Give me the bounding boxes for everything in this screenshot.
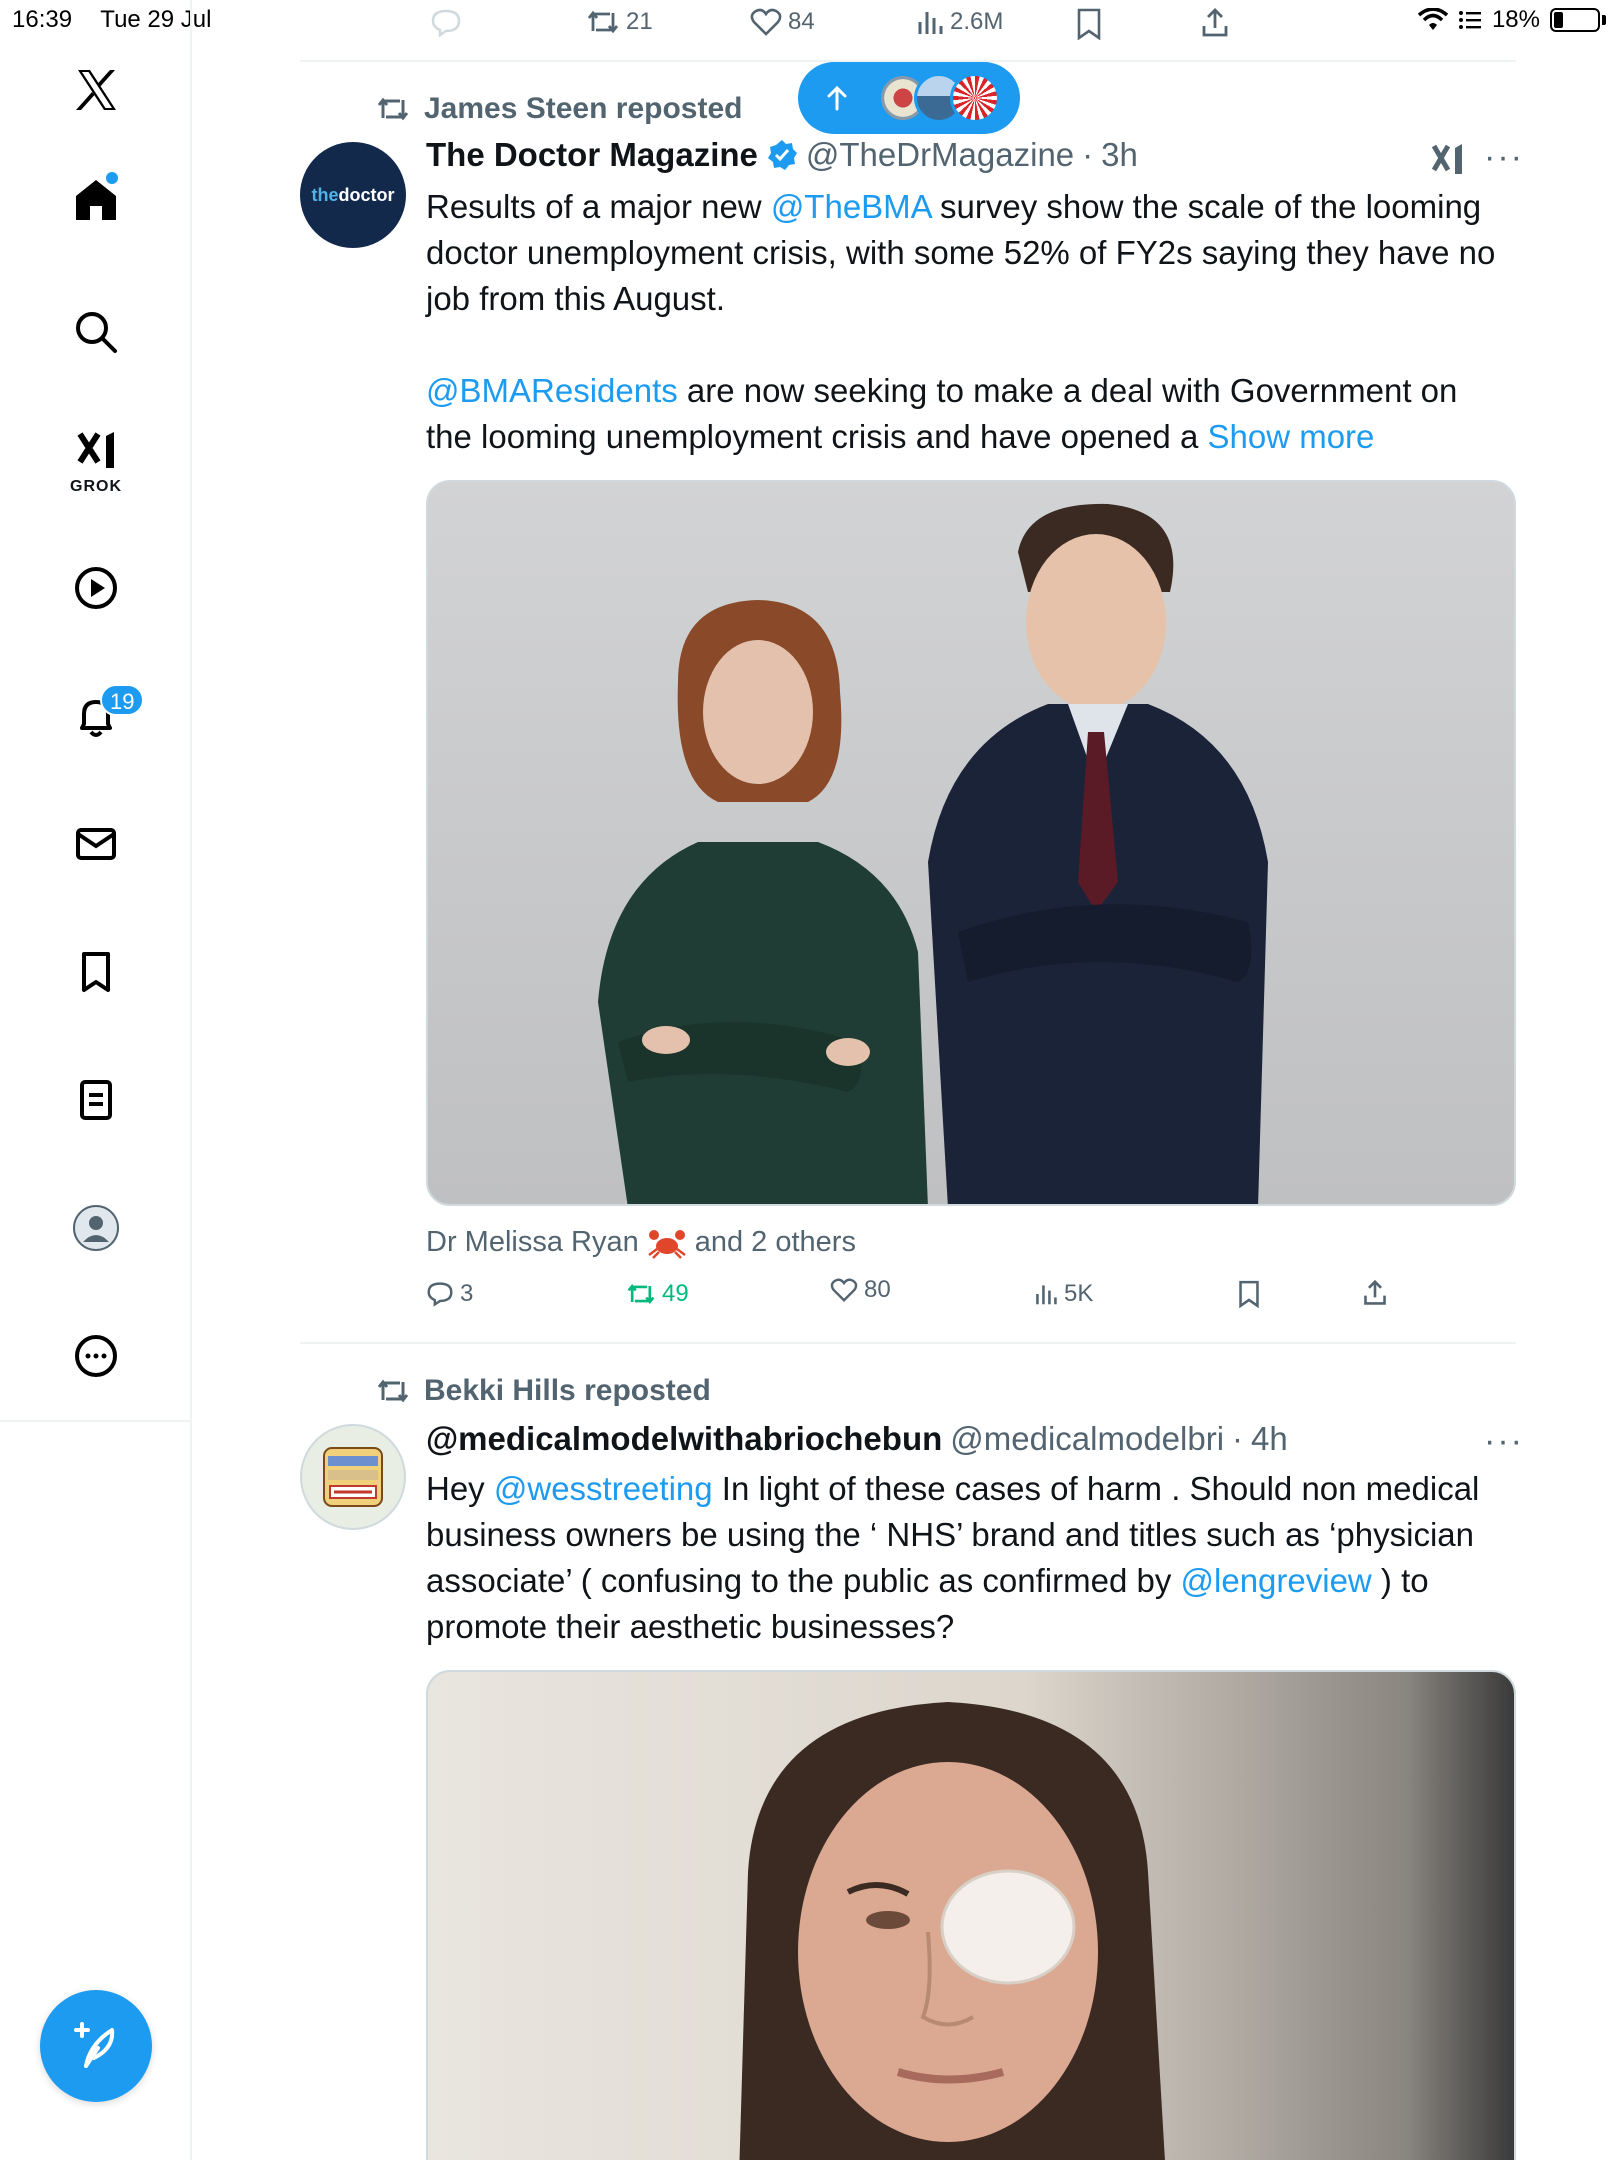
search-icon[interactable]: [56, 292, 136, 372]
repost-icon: [377, 1379, 409, 1403]
views-count: 2.6M: [950, 8, 1004, 35]
more-options-icon[interactable]: ···: [1484, 1422, 1524, 1461]
reply-button[interactable]: [430, 8, 462, 38]
avatar[interactable]: [300, 1424, 406, 1530]
repost-button[interactable]: 21: [586, 8, 653, 36]
like-count: 80: [864, 1276, 891, 1303]
mention-link[interactable]: @TheBMA: [771, 188, 931, 225]
profile-icon[interactable]: [56, 1188, 136, 1268]
views-count: 5K: [1064, 1280, 1094, 1307]
more-options-icon[interactable]: ···: [1484, 138, 1524, 177]
bookmark-button[interactable]: [1076, 8, 1102, 40]
home-icon[interactable]: [56, 160, 136, 240]
list-icon[interactable]: [56, 1060, 136, 1140]
share-icon: [1202, 8, 1228, 37]
liked-by[interactable]: Dr Melissa Ryan and 2 others: [426, 1226, 856, 1259]
avatar[interactable]: thedoctor: [300, 142, 406, 248]
tweet-text: Hey @wesstreeting In light of these case…: [426, 1466, 1516, 1650]
tweet-header: @medicalmodelwithabriochebun @medicalmod…: [426, 1420, 1288, 1458]
pill-avatar-3: [950, 73, 1000, 123]
battery-tip: [1602, 15, 1606, 25]
views-button[interactable]: 5K: [1034, 1280, 1093, 1308]
video-icon[interactable]: [56, 548, 136, 628]
views-icon: [1036, 1285, 1057, 1305]
photo-two-doctors: [598, 503, 1268, 1204]
post-time[interactable]: 4h: [1251, 1420, 1288, 1458]
repost-icon: [587, 10, 619, 34]
grok-icon[interactable]: [1430, 140, 1466, 178]
repost-context: Bekki Hills reposted: [376, 1374, 711, 1408]
avatar-logo-prefix: the: [311, 184, 339, 205]
like-icon: [830, 1278, 858, 1302]
avatar-logo-suffix: doctor: [338, 184, 395, 205]
crab-icon: [647, 1229, 686, 1259]
share-icon: [1364, 1280, 1386, 1305]
tweet-text-part: Results of a major new: [426, 188, 771, 225]
arrow-up-icon: [827, 85, 847, 111]
verified-icon: [767, 140, 797, 170]
repost-context: James Steen reposted: [376, 92, 742, 126]
more-icon[interactable]: [56, 1316, 136, 1396]
bookmark-button[interactable]: [1238, 1280, 1260, 1308]
battery-icon: [1550, 8, 1600, 32]
reply-button[interactable]: 3: [426, 1280, 473, 1308]
author-handle[interactable]: @medicalmodelbri: [950, 1420, 1224, 1458]
like-icon: [750, 8, 782, 36]
repost-count: 21: [626, 8, 653, 35]
bookmark-icon: [1077, 8, 1101, 40]
compose-icon: [74, 2022, 115, 2068]
mention-link[interactable]: @BMAResidents: [426, 372, 678, 409]
mention-link[interactable]: @lengreview: [1181, 1562, 1372, 1599]
grok-label: GROK: [70, 478, 122, 495]
show-more-link[interactable]: Show more: [1207, 418, 1374, 455]
repost-button[interactable]: 49: [626, 1280, 689, 1308]
like-button[interactable]: 80: [830, 1276, 891, 1304]
share-button[interactable]: [1200, 8, 1230, 38]
author-name[interactable]: The Doctor Magazine: [426, 136, 758, 174]
x-logo-icon[interactable]: [56, 50, 136, 130]
bookmark-icon: [1239, 1280, 1259, 1308]
time-separator: ·: [1232, 1420, 1244, 1457]
tweet-image[interactable]: [426, 1670, 1516, 2160]
mail-icon[interactable]: [56, 804, 136, 884]
reply-count: 3: [460, 1280, 474, 1307]
compose-button[interactable]: [40, 1990, 152, 2102]
time-separator: ·: [1082, 136, 1094, 173]
views-button[interactable]: 2.6M: [916, 8, 1003, 36]
avatar-logo: thedoctor: [312, 185, 395, 206]
new-posts-pill[interactable]: [798, 62, 1020, 134]
tweet-text-paragraph-2: @BMAResidents are now seeking to make a …: [426, 368, 1496, 460]
like-button[interactable]: 84: [750, 8, 815, 36]
tweet-text: Results of a major new @TheBMA survey sh…: [426, 184, 1516, 322]
avatar-badge-image: [323, 1447, 383, 1507]
like-count: 84: [788, 8, 815, 35]
liked-by-name: Dr Melissa Ryan: [426, 1226, 639, 1258]
previous-post-actions: 21 84 2.6M: [300, 0, 1520, 60]
tweet-image[interactable]: [426, 480, 1516, 1206]
bookmark-icon[interactable]: [56, 932, 136, 1012]
views-icon: [918, 12, 943, 34]
author-handle[interactable]: @TheDrMagazine: [806, 136, 1074, 174]
reply-icon: [431, 9, 461, 38]
tweet-actions: 3 49 80 5K: [426, 1276, 1426, 1320]
sidebar: GROK 19: [0, 0, 192, 2160]
post-time[interactable]: 3h: [1101, 136, 1138, 174]
sidebar-divider: [0, 1420, 192, 1422]
author-name[interactable]: @medicalmodelwithabriochebun: [426, 1420, 942, 1458]
repost-icon: [627, 1283, 655, 1305]
reply-icon: [427, 1282, 453, 1307]
reposted-by[interactable]: James Steen reposted: [424, 92, 742, 126]
share-button[interactable]: [1362, 1280, 1388, 1306]
notifications-badge: 19: [100, 684, 145, 716]
reposted-by[interactable]: Bekki Hills reposted: [424, 1374, 711, 1408]
liked-by-rest: and 2 others: [694, 1226, 856, 1258]
tweet-text-part: Hey: [426, 1470, 494, 1507]
home-unread-dot: [106, 172, 118, 184]
repost-icon: [377, 97, 409, 121]
repost-count: 49: [662, 1280, 689, 1307]
mention-link[interactable]: @wesstreeting: [494, 1470, 713, 1507]
post-divider: [300, 1342, 1516, 1344]
tweet-header: The Doctor Magazine @TheDrMagazine · 3h: [426, 136, 1138, 174]
photo-woman-eye-patch: [739, 1702, 1165, 2160]
